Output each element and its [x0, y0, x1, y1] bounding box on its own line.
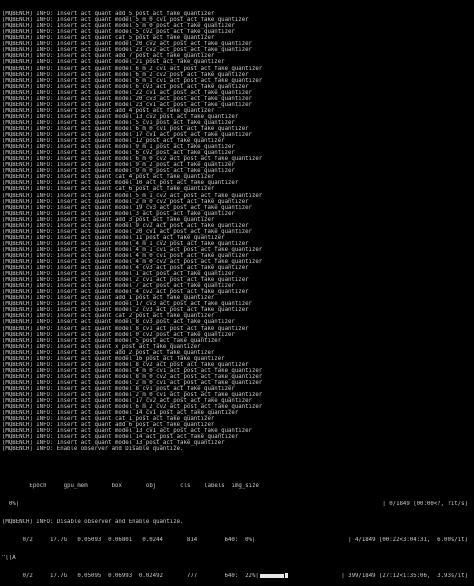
log-output: [MQBENCH] INFO: Insert act quant add_5_p… [2, 11, 472, 452]
log-line: [MQBENCH] INFO: Enable observer and Disa… [2, 446, 184, 453]
disable-observer-line: [MQBENCH] INFO: Disable observer and Ena… [2, 519, 184, 526]
col-gpu-mem: gpu_mem [63, 482, 88, 489]
progress-row-current: 0/2 17.7G 0.05095 0.06993 0.02492 777 64… [22, 573, 468, 580]
col-cls: cls [180, 482, 191, 489]
col-obj: obj [145, 482, 157, 489]
progress-bar-fill [259, 573, 284, 578]
col-box: box [111, 482, 122, 489]
col-epoch: Epoch [29, 482, 47, 489]
cursor [284, 573, 288, 579]
progress-row-initial: 0%| | 0/1849 [00:00<?, ?it/s] [8, 500, 468, 507]
progress-header: Epoch gpu_mem box obj cls labels img_siz… [2, 483, 472, 489]
col-img-size: img_size [231, 482, 259, 489]
escape-sequence-line: ^[[A [2, 555, 16, 562]
progress-row-step4: 0/2 17.7G 0.05093 0.06801 0.0244 814 640… [22, 537, 468, 544]
terminal[interactable]: [MQBENCH] INFO: Insert act quant add_5_p… [2, 0, 472, 586]
col-labels: labels [204, 482, 225, 489]
